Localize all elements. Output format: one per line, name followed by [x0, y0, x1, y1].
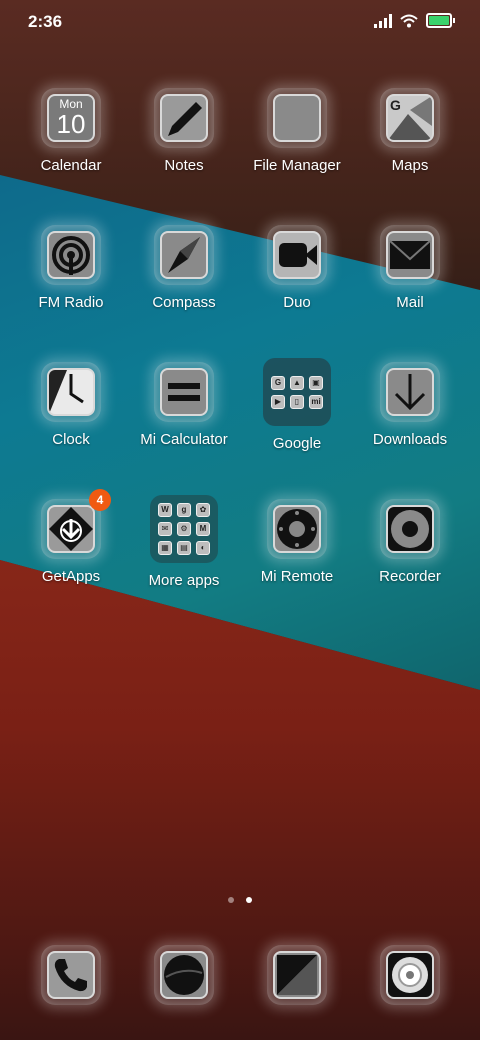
- mini-app-icon: ▦: [158, 541, 172, 555]
- app-mail[interactable]: Mail: [354, 225, 466, 311]
- notes-icon: [160, 94, 208, 142]
- dock-browser[interactable]: [241, 945, 353, 1005]
- app-google-folder[interactable]: G ▲ ▣ ▶ ▯ mi Google: [241, 358, 353, 452]
- file-manager-icon: [273, 94, 321, 142]
- mini-app-icon: ▤: [177, 541, 191, 555]
- app-label: Google: [272, 435, 322, 452]
- app-label: Compass: [152, 294, 216, 311]
- app-label: Notes: [164, 157, 204, 174]
- mini-app-icon: ◐: [196, 541, 210, 555]
- app-clock[interactable]: Clock: [15, 362, 127, 448]
- mini-app-icon: ⚙: [177, 522, 191, 536]
- app-label: Clock: [52, 431, 90, 448]
- app-compass[interactable]: Compass: [128, 225, 240, 311]
- wifi-icon: [400, 14, 418, 27]
- browser-icon: [273, 951, 321, 999]
- page-dot[interactable]: [228, 897, 234, 903]
- recorder-icon: [386, 505, 434, 553]
- battery-icon: [426, 13, 455, 28]
- page-dot-active[interactable]: [246, 897, 252, 903]
- dock-messages[interactable]: [128, 945, 240, 1005]
- mini-app-icon: ▯: [290, 394, 304, 409]
- mini-app-icon: W: [158, 503, 172, 517]
- app-label: Mi Remote: [260, 568, 334, 585]
- app-getapps[interactable]: 4 GetApps: [15, 489, 127, 585]
- dock-camera[interactable]: [354, 945, 466, 1005]
- svg-text:G: G: [390, 97, 401, 113]
- app-mi-remote[interactable]: Mi Remote: [241, 499, 353, 585]
- maps-icon: G: [386, 94, 434, 142]
- app-duo[interactable]: Duo: [241, 225, 353, 311]
- mail-icon: [386, 231, 434, 279]
- phone-icon: [47, 951, 95, 999]
- mini-app-icon: M: [196, 522, 210, 536]
- folder-icon: G ▲ ▣ ▶ ▯ mi: [263, 358, 331, 426]
- calculator-icon: [160, 368, 208, 416]
- mini-app-icon: g: [177, 503, 191, 517]
- mini-app-icon: ▲: [290, 375, 304, 390]
- app-label: Mail: [396, 294, 424, 311]
- mini-app-icon: G: [271, 375, 285, 390]
- camera-icon: [386, 951, 434, 999]
- status-time: 2:36: [28, 12, 63, 31]
- compass-icon: [160, 231, 208, 279]
- signal-icon: [374, 13, 392, 28]
- notification-badge: 4: [89, 489, 111, 511]
- mini-app-icon: mi: [309, 394, 323, 409]
- app-label: More apps: [148, 572, 220, 589]
- folder-icon: W g ✿ ✉ ⚙ M ▦ ▤ ◐: [150, 495, 218, 563]
- mini-app-icon: ✿: [196, 503, 210, 517]
- clock-icon: [47, 368, 95, 416]
- app-more-apps-folder[interactable]: W g ✿ ✉ ⚙ M ▦ ▤ ◐ More apps: [128, 495, 240, 589]
- app-notes[interactable]: Notes: [128, 88, 240, 174]
- app-label: Mi Calculator: [140, 431, 228, 448]
- app-label: Calendar: [40, 157, 102, 174]
- dock-phone[interactable]: [15, 945, 127, 1005]
- app-label: Maps: [391, 157, 429, 174]
- app-mi-calculator[interactable]: Mi Calculator: [128, 362, 240, 448]
- messages-icon: [160, 951, 208, 999]
- app-downloads[interactable]: Downloads: [354, 362, 466, 448]
- remote-icon: [273, 505, 321, 553]
- app-maps[interactable]: G Maps: [354, 88, 466, 174]
- video-camera-icon: [273, 231, 321, 279]
- mini-app-icon: ▣: [309, 375, 323, 390]
- app-calendar[interactable]: Mon 10 Calendar: [15, 88, 127, 174]
- app-label: FM Radio: [38, 294, 104, 311]
- calendar-icon: Mon 10: [47, 94, 95, 142]
- app-label: Recorder: [379, 568, 441, 585]
- app-file-manager[interactable]: File Manager: [241, 88, 353, 174]
- mini-app-icon: ▶: [271, 394, 285, 409]
- status-bar: 2:36: [0, 0, 480, 44]
- app-label: Duo: [283, 294, 311, 311]
- app-label: File Manager: [253, 157, 341, 174]
- download-icon: [386, 368, 434, 416]
- getapps-icon: [47, 505, 95, 553]
- radio-icon: [47, 231, 95, 279]
- app-label: GetApps: [41, 568, 101, 585]
- page-indicator[interactable]: [0, 897, 480, 903]
- mini-app-icon: ✉: [158, 522, 172, 536]
- app-label: Downloads: [372, 431, 448, 448]
- app-fm-radio[interactable]: FM Radio: [15, 225, 127, 311]
- calendar-date: 10: [56, 109, 86, 139]
- app-recorder[interactable]: Recorder: [354, 499, 466, 585]
